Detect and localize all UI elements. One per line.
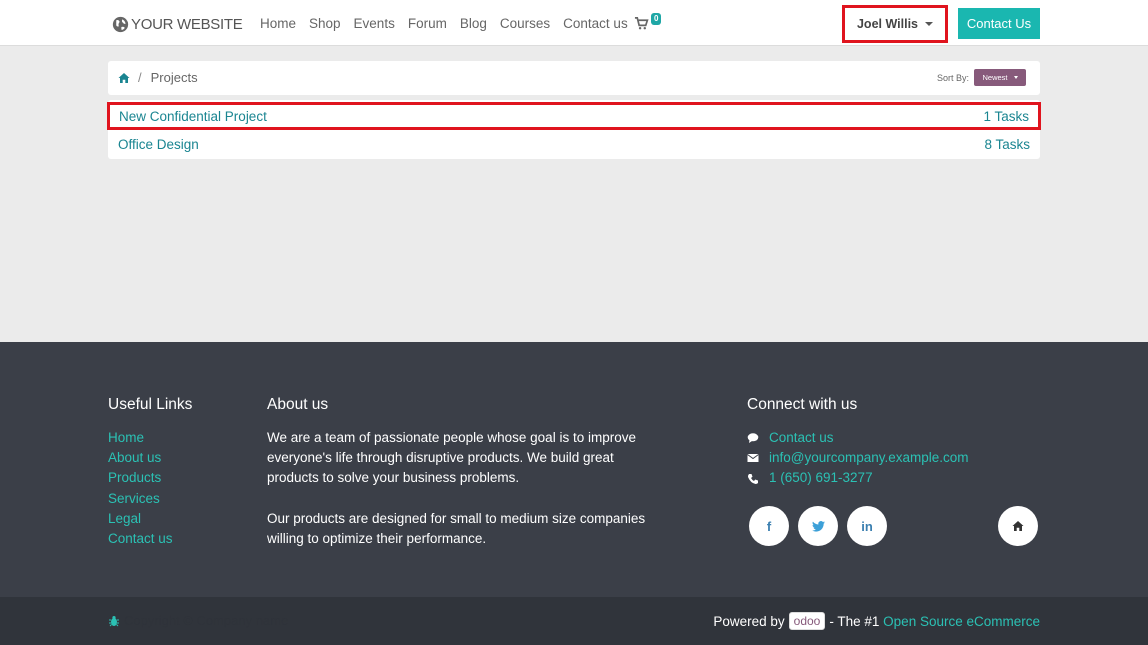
connect-email-link[interactable]: info@yourcompany.example.com [747, 448, 969, 468]
facebook-icon[interactable]: f [749, 506, 789, 546]
top-navbar: YOUR WEBSITE Home Shop Events Forum Blog… [0, 0, 1148, 46]
about-paragraph-1: We are a team of passionate people whose… [267, 430, 636, 486]
project-name[interactable]: Office Design [118, 137, 199, 152]
twitter-bird-icon [811, 520, 825, 532]
copyright-text: Copyright © Company name [124, 613, 289, 628]
cart-link[interactable]: 0 [634, 13, 662, 31]
user-menu-dropdown[interactable]: Joel Willis [842, 5, 948, 43]
connect-phone-link[interactable]: 1 (650) 691-3277 [747, 468, 969, 488]
connect-column: Connect with us Contact us info@yourcomp… [747, 396, 969, 489]
footer-link-services[interactable]: Services [108, 489, 192, 509]
twitter-icon[interactable] [798, 506, 838, 546]
copyright: Copyright © Company name [108, 613, 288, 628]
project-row[interactable]: New Confidential Project 1 Tasks [107, 102, 1041, 130]
social-links: f in [749, 506, 1040, 546]
project-list: New Confidential Project 1 Tasks Office … [107, 100, 1041, 159]
nav-shop[interactable]: Shop [309, 16, 341, 31]
connect-contact-text: Contact us [769, 430, 834, 445]
logo-text: YOUR WEBSITE [131, 15, 243, 33]
envelope-icon [747, 454, 759, 463]
house-glyph-icon [1012, 521, 1024, 531]
comment-icon [747, 433, 759, 444]
user-name: Joel Willis [856, 17, 919, 31]
caret-down-icon [1013, 76, 1018, 79]
sort-label: Sort By: [936, 72, 969, 83]
bug-icon[interactable] [108, 615, 120, 627]
linkedin-icon[interactable]: in [847, 506, 887, 546]
connect-email-text: info@yourcompany.example.com [769, 450, 969, 466]
chevron-down-icon [925, 22, 934, 26]
useful-links-column: Useful Links Home About us Products Serv… [108, 396, 192, 549]
footer-link-legal[interactable]: Legal [108, 509, 192, 529]
ecommerce-link[interactable]: Open Source eCommerce [883, 614, 1040, 629]
home-icon[interactable] [118, 72, 130, 84]
powered-by: Powered by odoo - The #1 Open Source eCo… [713, 612, 1040, 630]
breadcrumb-current: Projects [150, 70, 198, 85]
shopping-cart-icon [634, 17, 649, 30]
sort-value: Newest [982, 73, 1008, 82]
powered-by-text: Powered by [713, 613, 785, 629]
breadcrumb: / Projects [118, 70, 198, 85]
about-paragraph-2: Our products are designed for small to m… [267, 510, 646, 546]
sort-control: Sort By: Newest [937, 69, 1026, 86]
footer: Useful Links Home About us Products Serv… [0, 342, 1148, 597]
project-task-count[interactable]: 8 Tasks [984, 137, 1030, 152]
nav-contact-us[interactable]: Contact us [563, 16, 628, 31]
cart-count-badge: 0 [651, 13, 662, 25]
connect-phone-text: 1 (650) 691-3277 [769, 470, 873, 486]
useful-links-title: Useful Links [108, 396, 193, 413]
globe-icon [112, 16, 129, 32]
phone-icon [748, 473, 758, 484]
nav-events[interactable]: Events [354, 16, 395, 31]
project-row[interactable]: Office Design 8 Tasks [108, 130, 1040, 158]
nav-courses[interactable]: Courses [500, 16, 550, 31]
nav-blog[interactable]: Blog [460, 16, 487, 31]
footer-link-about-us[interactable]: About us [108, 448, 192, 468]
copyright-bar: Copyright © Company name Powered by odoo… [0, 597, 1148, 645]
odoo-logo[interactable]: odoo [788, 612, 826, 630]
home-icon[interactable] [998, 506, 1038, 546]
tagline-text: - The #1 [829, 613, 880, 629]
breadcrumb-bar: / Projects Sort By: Newest [108, 61, 1040, 95]
connect-title: Connect with us [747, 396, 858, 413]
breadcrumb-separator: / [138, 70, 142, 85]
footer-link-products[interactable]: Products [108, 468, 192, 488]
about-us-title: About us [267, 396, 329, 413]
project-name[interactable]: New Confidential Project [119, 109, 267, 124]
connect-contact-link[interactable]: Contact us [747, 428, 969, 448]
site-logo[interactable]: YOUR WEBSITE [112, 14, 243, 34]
main-nav: Home Shop Events Forum Blog Courses Cont… [260, 16, 641, 31]
about-us-column: About us We are a team of passionate peo… [267, 396, 647, 569]
project-task-count[interactable]: 1 Tasks [983, 109, 1029, 124]
contact-us-button[interactable]: Contact Us [958, 8, 1040, 39]
sort-dropdown[interactable]: Newest [974, 69, 1026, 86]
nav-home[interactable]: Home [260, 16, 296, 31]
nav-forum[interactable]: Forum [408, 16, 447, 31]
footer-link-home[interactable]: Home [108, 428, 192, 448]
footer-link-contact-us[interactable]: Contact us [108, 529, 192, 549]
